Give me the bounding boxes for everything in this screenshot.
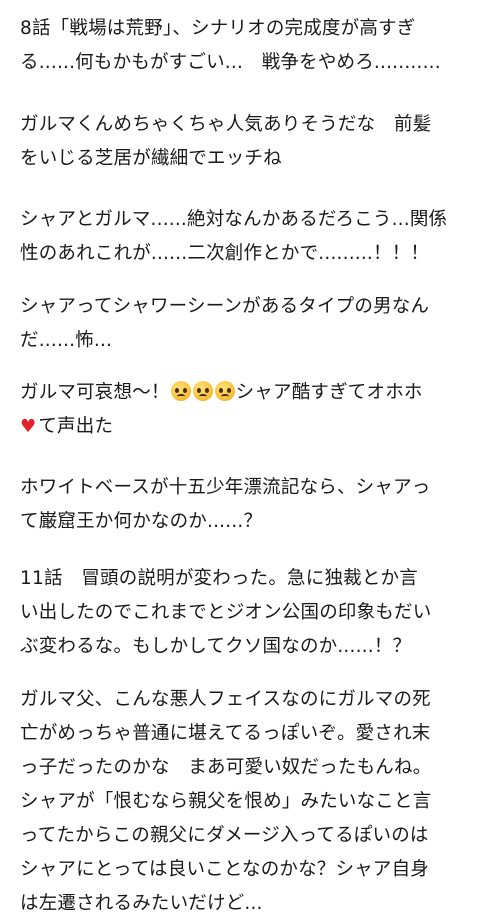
paragraph-char-garma: シャアとガルマ......絶対なんかあるだろこう...関係 性のあれこれが...… <box>20 203 488 271</box>
paragraph-white-base: ホワイトベースが十五少年漂流記なら、シャアっ て巌窟王か何かなのか......？ <box>20 471 488 539</box>
paragraph-garma-pity: ガルマ可哀想〜！ シャア酷すぎてオホホ ♥ て声出た <box>20 376 488 444</box>
text-line: をいじる芝居が繊細でエッチね <box>20 148 282 169</box>
text-line: る......何もかもがすごい... 戦争をやめろ........... <box>20 52 441 73</box>
text-line: ホワイトベースが十五少年漂流記なら、シャアっ <box>20 477 431 498</box>
pleading-face-icon <box>192 381 213 401</box>
pleading-face-icon <box>170 381 191 401</box>
text-line: ぶ変わるな。もしかしてクソ国なのか......！？ <box>20 636 412 657</box>
text-line: 11話 冒頭の説明が変わった。急に独裁とか言 <box>20 568 418 589</box>
text-segment: て声出た <box>38 416 114 437</box>
paragraph-shower-scene: シャアってシャワーシーンがあるタイプの男なん だ......怖... <box>20 290 488 358</box>
text-segment: ガルマ可哀想〜！ <box>20 382 170 403</box>
text-line: シャアとガルマ......絶対なんかあるだろこう...関係 <box>20 209 448 230</box>
paragraph-ep8: 8話「戦場は荒野」、シナリオの完成度が高すぎ る......何もかもがすごい..… <box>20 12 488 80</box>
text-line: 性のあれこれが......二次創作とかで.........！！！ <box>20 243 430 264</box>
text-line: シャアが「恨むなら親父を恨め」みたいなこと言 <box>20 791 432 812</box>
text-line: は左遷されるみたいだけど... <box>20 893 263 914</box>
text-line: ガルマくんめちゃくちゃ人気ありそうだな 前髪 <box>20 114 432 135</box>
text-line: シャアにとっては良いことなのかな？シャア自身 <box>20 859 429 880</box>
heart-icon: ♥ <box>20 416 37 437</box>
text-line: ガルマ可哀想〜！ シャア酷すぎてオホホ <box>20 376 488 410</box>
text-line: て巌窟王か何かなのか......？ <box>20 511 263 532</box>
notes-page: 8話「戦場は荒野」、シナリオの完成度が高すぎ る......何もかもがすごい..… <box>0 0 500 914</box>
text-line: い出したのでこれまでとジオン公国の印象もだい <box>20 602 432 623</box>
paragraph-garma-popular: ガルマくんめちゃくちゃ人気ありそうだな 前髪 をいじる芝居が繊細でエッチね <box>20 108 488 176</box>
text-segment: シャア酷すぎてオホホ <box>235 382 423 403</box>
text-line: シャアってシャワーシーンがあるタイプの男なん <box>20 296 430 317</box>
paragraph-ep11: 11話 冒頭の説明が変わった。急に独裁とか言 い出したのでこれまでとジオン公国の… <box>20 562 488 664</box>
pleading-face-icon <box>214 381 235 401</box>
text-line: だ......怖... <box>20 330 113 351</box>
text-line: ♥ て声出た <box>20 410 488 444</box>
text-line: っ子だったのかな まあ可愛い奴だったもんね。 <box>20 757 432 778</box>
paragraph-garma-father: ガルマ父、こんな悪人フェイスなのにガルマの死 亡がめっちゃ普通に堪えてるっぽいぞ… <box>20 683 488 921</box>
text-line: ってたからこの親父にダメージ入ってるぽいのは <box>20 825 429 846</box>
text-line: 亡がめっちゃ普通に堪えてるっぽいぞ。愛され末 <box>20 723 431 744</box>
text-line: 8話「戦場は荒野」、シナリオの完成度が高すぎ <box>20 18 416 39</box>
text-line: ガルマ父、こんな悪人フェイスなのにガルマの死 <box>20 689 431 710</box>
